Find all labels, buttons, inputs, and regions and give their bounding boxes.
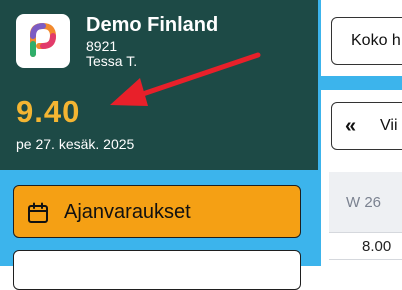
full-view-label: Koko h <box>351 32 401 49</box>
previous-week-label: Vii <box>380 117 398 134</box>
full-view-button[interactable]: Koko h <box>331 17 402 65</box>
toolbar-strip <box>321 76 402 90</box>
week-number: W 26 <box>346 194 382 211</box>
double-chevron-left-icon: « <box>345 115 357 137</box>
grid-line <box>329 232 402 233</box>
week-number-header: W 26 <box>329 172 402 232</box>
main-panel: Koko h « Vii W 26 8.00 <box>321 0 402 266</box>
grid-line <box>329 259 402 260</box>
previous-week-button[interactable]: « Vii <box>331 102 402 150</box>
time-slot-label: 8.00 <box>362 238 392 255</box>
